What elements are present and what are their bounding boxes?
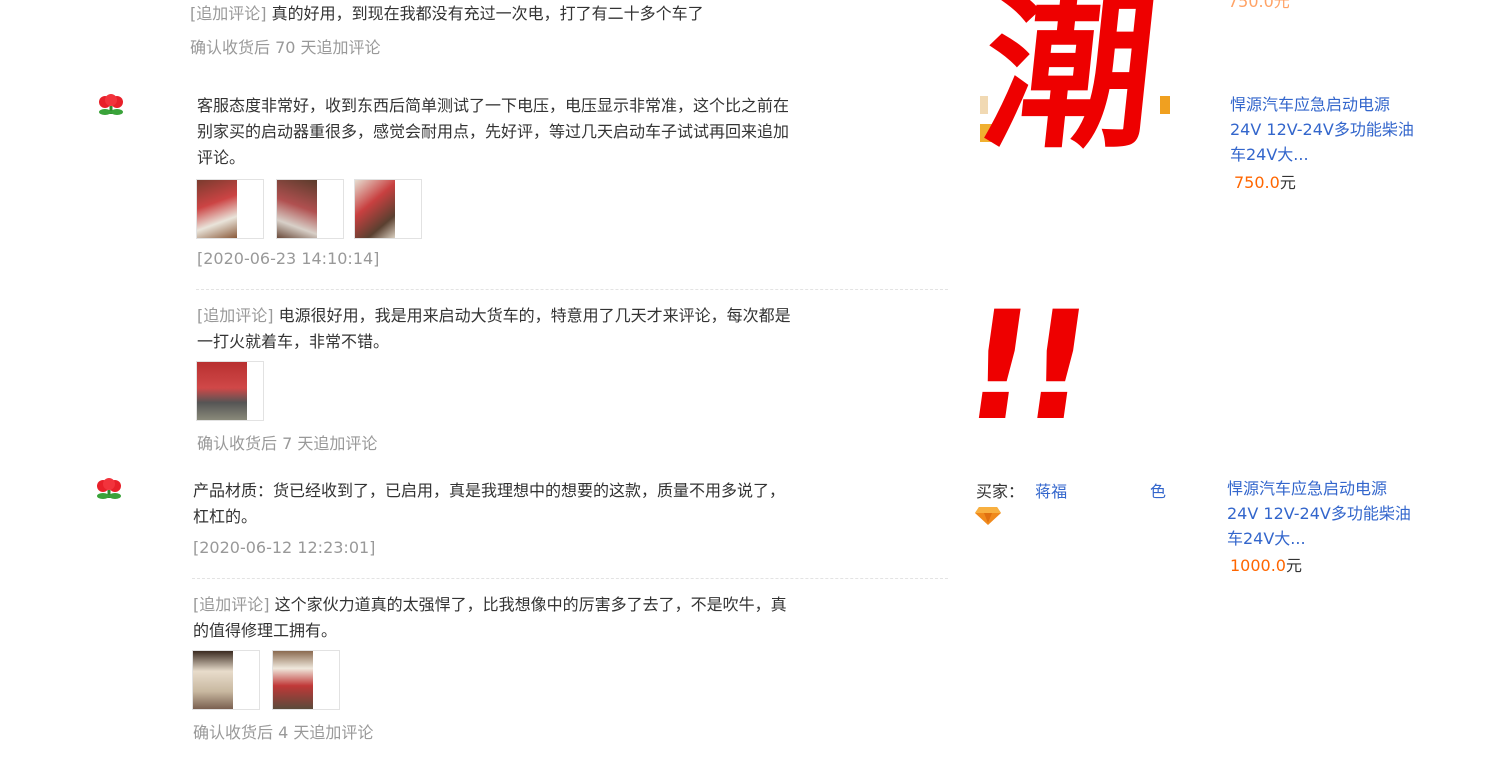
review-2-followup-line-2: 的值得修理工拥有。 — [193, 621, 338, 640]
product-title-line-3[interactable]: 车24V大... — [1227, 526, 1411, 551]
product-link[interactable]: 悍源汽车应急启动电源 24V 12V-24V多功能柴油 车24V大... — [1230, 92, 1414, 167]
buyer-label: 买家： — [976, 482, 1025, 501]
photo-thumbnail[interactable] — [196, 361, 264, 421]
review-2-line-1: 产品材质：货已经收到了，已启用，真是我理想中的想要的这款，质量不用多说了， — [193, 481, 786, 500]
review-1-followup-line-2: 一打火就着车，非常不错。 — [197, 332, 390, 351]
product-link[interactable]: 悍源汽车应急启动电源 24V 12V-24V多功能柴油 车24V大... — [1227, 476, 1411, 551]
buyer-name[interactable]: 蒋福 — [1035, 482, 1067, 501]
followup-confirm-days: 确认收货后 70 天追加评论 — [190, 38, 381, 57]
diamond-badge-icon — [1160, 96, 1170, 114]
divider — [196, 289, 948, 290]
product-title-line-3[interactable]: 车24V大... — [1230, 142, 1414, 167]
followup-text: 这个家伙力道真的太强悍了，比我想像中的厉害多了去了，不是吹牛，真 — [274, 595, 787, 614]
price-value: 750.0 — [1234, 173, 1280, 192]
review-1-line-1: 客服态度非常好，收到东西后简单测试了一下电压，电压显示非常准，这个比之前在 — [197, 96, 790, 115]
price-value: 1000.0 — [1230, 556, 1286, 575]
photo-thumbnail[interactable] — [276, 179, 344, 239]
product-title-line-1[interactable]: 悍源汽车应急启动电源 — [1227, 476, 1411, 501]
overlay-big-character: 潮 — [974, 0, 1166, 172]
review-2-date: [2020-06-12 12:23:01] — [193, 538, 376, 557]
price-unit: 元 — [1285, 556, 1302, 575]
flower-avatar-icon — [95, 478, 123, 502]
flower-avatar-icon — [97, 94, 125, 118]
review-1-followup-line-1: [追加评论] 电源很好用，我是用来启动大货车的，特意用了几天才来评论，每次都是 — [197, 303, 791, 329]
review-1-line-3: 评论。 — [197, 148, 246, 167]
product-price: 750.0元 — [1234, 169, 1296, 193]
photo-thumbnail[interactable] — [354, 179, 422, 239]
photo-thumbnail[interactable] — [272, 650, 340, 710]
review-2-followup-line-1: [追加评论] 这个家伙力道真的太强悍了，比我想像中的厉害多了去了，不是吹牛，真 — [193, 592, 787, 618]
review-page: { "reviews": [ { "followup": { "tag": "[… — [0, 0, 1500, 770]
product-title-line-2[interactable]: 24V 12V-24V多功能柴油 — [1227, 501, 1411, 526]
review-2-line-2: 杠杠的。 — [193, 507, 258, 526]
top-price-partial: 750.0元 — [1228, 0, 1290, 11]
divider — [192, 578, 948, 579]
review-0-followup: [追加评论] 真的好用，到现在我都没有充过一次电，打了有二十多个车了 — [190, 1, 704, 27]
product-price: 1000.0元 — [1230, 552, 1302, 576]
overlay-exclamation: !! — [952, 280, 1095, 454]
followup-tag: [追加评论] — [193, 595, 270, 614]
followup-tag: [追加评论] — [197, 306, 274, 325]
followup-text: 真的好用，到现在我都没有充过一次电，打了有二十多个车了 — [271, 4, 704, 23]
product-title-line-1[interactable]: 悍源汽车应急启动电源 — [1230, 92, 1414, 117]
photo-thumbnail[interactable] — [196, 179, 264, 239]
price-unit: 元 — [1279, 173, 1296, 192]
review-1-line-2: 别家买的启动器重很多，感觉会耐用点，先好评，等过几天启动车子试试再回来追加 — [197, 122, 790, 141]
followup-confirm-days: 确认收货后 7 天追加评论 — [197, 434, 378, 453]
buyer-info: 买家： 蒋福 — [976, 478, 1067, 502]
product-title-line-2[interactable]: 24V 12V-24V多功能柴油 — [1230, 117, 1414, 142]
followup-confirm-days: 确认收货后 4 天追加评论 — [193, 723, 374, 742]
diamond-badge-icon — [975, 505, 1001, 529]
review-1-date: [2020-06-23 14:10:14] — [197, 249, 380, 268]
followup-text: 电源很好用，我是用来启动大货车的，特意用了几天才来评论，每次都是 — [278, 306, 791, 325]
photo-thumbnail[interactable] — [192, 650, 260, 710]
followup-tag: [追加评论] — [190, 4, 267, 23]
buyer-extra: 色 — [1150, 482, 1167, 501]
